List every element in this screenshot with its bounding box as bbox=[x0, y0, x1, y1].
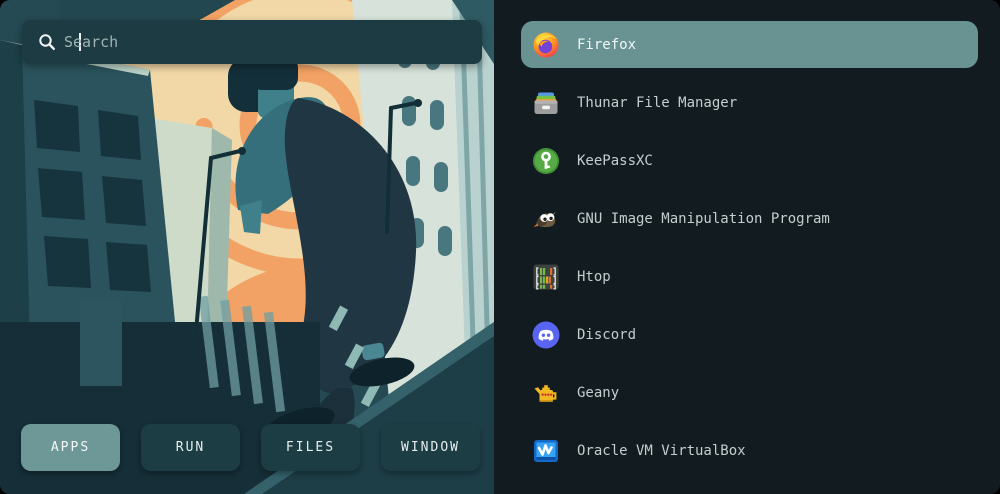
tab-run[interactable]: RUN bbox=[141, 424, 240, 471]
result-row-thunar[interactable]: Thunar File Manager bbox=[521, 79, 978, 126]
result-label: Geany bbox=[577, 385, 619, 401]
result-row-htop[interactable]: Htop bbox=[521, 253, 978, 300]
result-row-gimp[interactable]: GNU Image Manipulation Program bbox=[521, 195, 978, 242]
search-icon bbox=[37, 32, 57, 52]
result-row-firefox[interactable]: Firefox bbox=[521, 21, 978, 68]
result-label: Thunar File Manager bbox=[577, 95, 737, 111]
gimp-icon bbox=[532, 205, 560, 233]
city-walk-illustration bbox=[0, 0, 494, 494]
htop-icon bbox=[532, 263, 560, 291]
keepassxc-icon bbox=[532, 147, 560, 175]
wallpaper-panel: APPS RUN FILES WINDOW bbox=[0, 0, 494, 494]
thunar-icon bbox=[532, 89, 560, 117]
result-label: GNU Image Manipulation Program bbox=[577, 211, 830, 227]
firefox-icon bbox=[532, 31, 560, 59]
result-label: KeePassXC bbox=[577, 153, 653, 169]
mode-tabs: APPS RUN FILES WINDOW bbox=[21, 424, 480, 471]
tab-apps[interactable]: APPS bbox=[21, 424, 120, 471]
result-list: Firefox Thunar File Manager KeePassXC bbox=[494, 0, 1000, 494]
discord-icon bbox=[532, 321, 560, 349]
result-row-keepassxc[interactable]: KeePassXC bbox=[521, 137, 978, 184]
result-row-geany[interactable]: Geany bbox=[521, 369, 978, 416]
result-row-discord[interactable]: Discord bbox=[521, 311, 978, 358]
virtualbox-icon bbox=[532, 437, 560, 465]
geany-icon bbox=[532, 379, 560, 407]
tab-window[interactable]: WINDOW bbox=[381, 424, 480, 471]
result-label: Oracle VM VirtualBox bbox=[577, 443, 746, 459]
search-input[interactable] bbox=[57, 20, 482, 64]
result-label: Firefox bbox=[577, 37, 636, 53]
result-row-virtualbox[interactable]: Oracle VM VirtualBox bbox=[521, 427, 978, 474]
result-label: Discord bbox=[577, 327, 636, 343]
result-label: Htop bbox=[577, 269, 611, 285]
search-bar bbox=[22, 20, 482, 64]
app-launcher-window: APPS RUN FILES WINDOW Firefox bbox=[0, 0, 1000, 494]
tab-files[interactable]: FILES bbox=[261, 424, 360, 471]
